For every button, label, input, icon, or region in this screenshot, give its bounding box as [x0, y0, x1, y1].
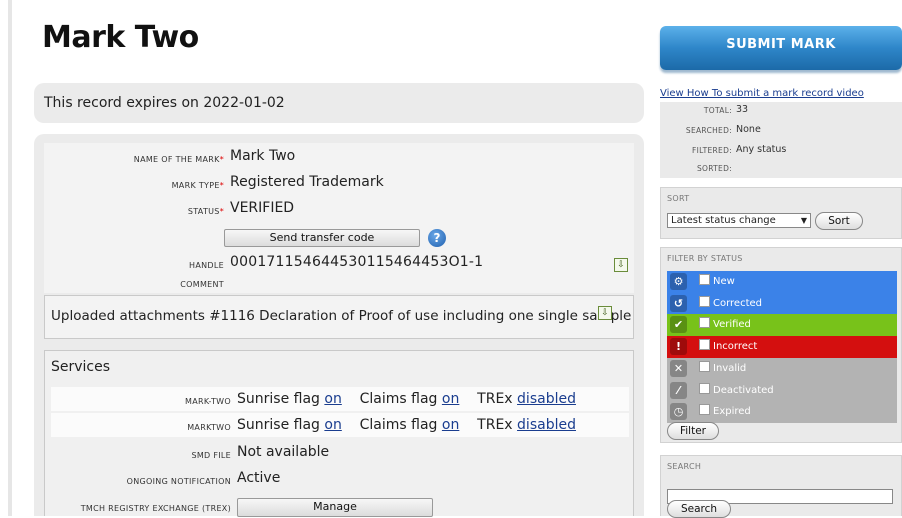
service-row-flags: Sunrise flag on Claims flag on TREx disa… — [237, 391, 576, 407]
expiry-text: This record expires on 2022-01-02 — [44, 95, 285, 111]
how-to-video-link[interactable]: View How To submit a mark record video — [660, 88, 864, 99]
handle-value: 000171154644530115464453O1-1 — [230, 254, 484, 270]
gear-icon: ⚙ — [670, 273, 687, 290]
page-title: Mark Two — [42, 20, 199, 55]
services-panel: Services mark-two Sunrise flag on Claims… — [44, 350, 634, 517]
status-label: Incorrect — [713, 341, 758, 353]
status-checkbox[interactable] — [699, 339, 710, 351]
check-icon: ✔ — [670, 316, 687, 334]
help-icon[interactable]: ? — [428, 229, 446, 247]
sunrise-flag-link[interactable]: on — [324, 417, 341, 433]
status-filter-verified[interactable]: ✔ Verified — [667, 314, 897, 337]
status-label: Status* — [187, 207, 224, 216]
status-label: New — [713, 276, 735, 287]
left-rail — [8, 0, 12, 516]
service-row-label: marktwo — [187, 423, 231, 432]
status-filter-invalid[interactable]: ✕ Invalid — [667, 357, 897, 380]
name-value: Mark Two — [230, 148, 296, 164]
status-label: Verified — [713, 319, 751, 331]
status-checkbox[interactable] — [699, 360, 710, 372]
name-label: Name of the mark* — [133, 155, 224, 164]
type-value: Registered Trademark — [230, 174, 384, 190]
clock-icon: ◷ — [670, 403, 687, 421]
claims-flag-link[interactable]: on — [442, 391, 459, 407]
x-icon: ✕ — [670, 359, 687, 377]
service-row-label: mark-two — [185, 397, 231, 406]
trex-link[interactable]: disabled — [517, 417, 576, 433]
attachment-download-icon[interactable]: ⇩ — [598, 306, 612, 320]
search-button[interactable]: Search — [667, 500, 731, 518]
status-value: VERIFIED — [230, 200, 295, 216]
status-label: Corrected — [713, 297, 762, 309]
claims-flag-link[interactable]: on — [442, 417, 459, 433]
stats-panel: Total: 33 Searched: None Filtered: Any stat… — [660, 102, 902, 178]
status-checkbox[interactable] — [699, 382, 710, 394]
attachments-text: Uploaded attachments #1116 Declaration o… — [51, 308, 632, 324]
status-label: Deactivated — [713, 384, 774, 396]
mark-details: Name of the mark* Mark Two Mark type* Re… — [44, 143, 634, 293]
status-checkbox[interactable] — [699, 317, 710, 329]
warning-icon: ! — [670, 338, 687, 356]
smd-label: SMD file — [191, 451, 231, 460]
handle-label: Handle — [189, 261, 224, 270]
trex-link[interactable]: disabled — [517, 391, 576, 407]
status-filter-incorrect[interactable]: ! Incorrect — [667, 336, 897, 359]
status-filter-new[interactable]: ⚙ New — [667, 271, 897, 293]
slash-icon: ⁄ — [670, 381, 687, 399]
smd-value: Not available — [237, 444, 330, 460]
service-row: mark-two Sunrise flag on Claims flag on … — [51, 387, 629, 411]
status-filter-deactivated[interactable]: ⁄ Deactivated — [667, 379, 897, 402]
stat-total: Total: 33 — [703, 104, 749, 115]
service-row-flags: Sunrise flag on Claims flag on TREx disa… — [237, 417, 576, 433]
services-title: Services — [51, 359, 111, 375]
filter-title: Filter by status — [667, 254, 743, 263]
expiry-banner: This record expires on 2022-01-02 — [34, 83, 644, 123]
stat-sorted: Sorted: — [696, 164, 732, 173]
status-label: Expired — [713, 406, 751, 418]
stat-filtered: Filtered: Any status — [692, 144, 787, 155]
status-filter-expired[interactable]: ◷ Expired — [667, 401, 897, 424]
attachments-panel: Uploaded attachments #1116 Declaration o… — [44, 295, 634, 339]
undo-icon: ↺ — [670, 294, 687, 312]
download-icon[interactable]: ⇩ — [614, 258, 628, 272]
service-row: marktwo Sunrise flag on Claims flag on T… — [51, 413, 629, 437]
filter-button[interactable]: Filter — [667, 422, 719, 440]
filter-box: Filter by status ⚙ New ↺ Corrected ✔ Verified… — [660, 247, 902, 443]
notification-value: Active — [237, 470, 281, 486]
submit-mark-button[interactable]: SUBMIT MARK — [660, 26, 902, 70]
search-title: Search — [667, 462, 702, 471]
sunrise-flag-link[interactable]: on — [324, 391, 341, 407]
status-checkbox[interactable] — [699, 295, 710, 307]
trex-label: TMCH Registry Exchange (TREx) — [80, 504, 231, 513]
status-checkbox[interactable] — [699, 274, 710, 285]
type-label: Mark type* — [171, 181, 224, 190]
status-checkbox[interactable] — [699, 404, 710, 416]
stat-searched: Searched: None — [685, 124, 761, 135]
status-label: Invalid — [713, 362, 747, 374]
comment-label: Comment — [180, 280, 224, 289]
sort-select[interactable]: Latest status change ▼ — [667, 213, 811, 228]
sort-box: Sort Latest status change ▼ Sort — [660, 187, 902, 239]
search-box: Search Search — [660, 455, 902, 518]
sort-title: Sort — [667, 194, 690, 203]
status-filter-corrected[interactable]: ↺ Corrected — [667, 292, 897, 315]
send-transfer-code-button[interactable]: Send transfer code — [224, 229, 420, 247]
chevron-down-icon: ▼ — [800, 216, 807, 225]
manage-button[interactable]: Manage — [237, 498, 433, 517]
sort-button[interactable]: Sort — [815, 212, 863, 230]
notification-label: Ongoing notification — [126, 477, 231, 486]
